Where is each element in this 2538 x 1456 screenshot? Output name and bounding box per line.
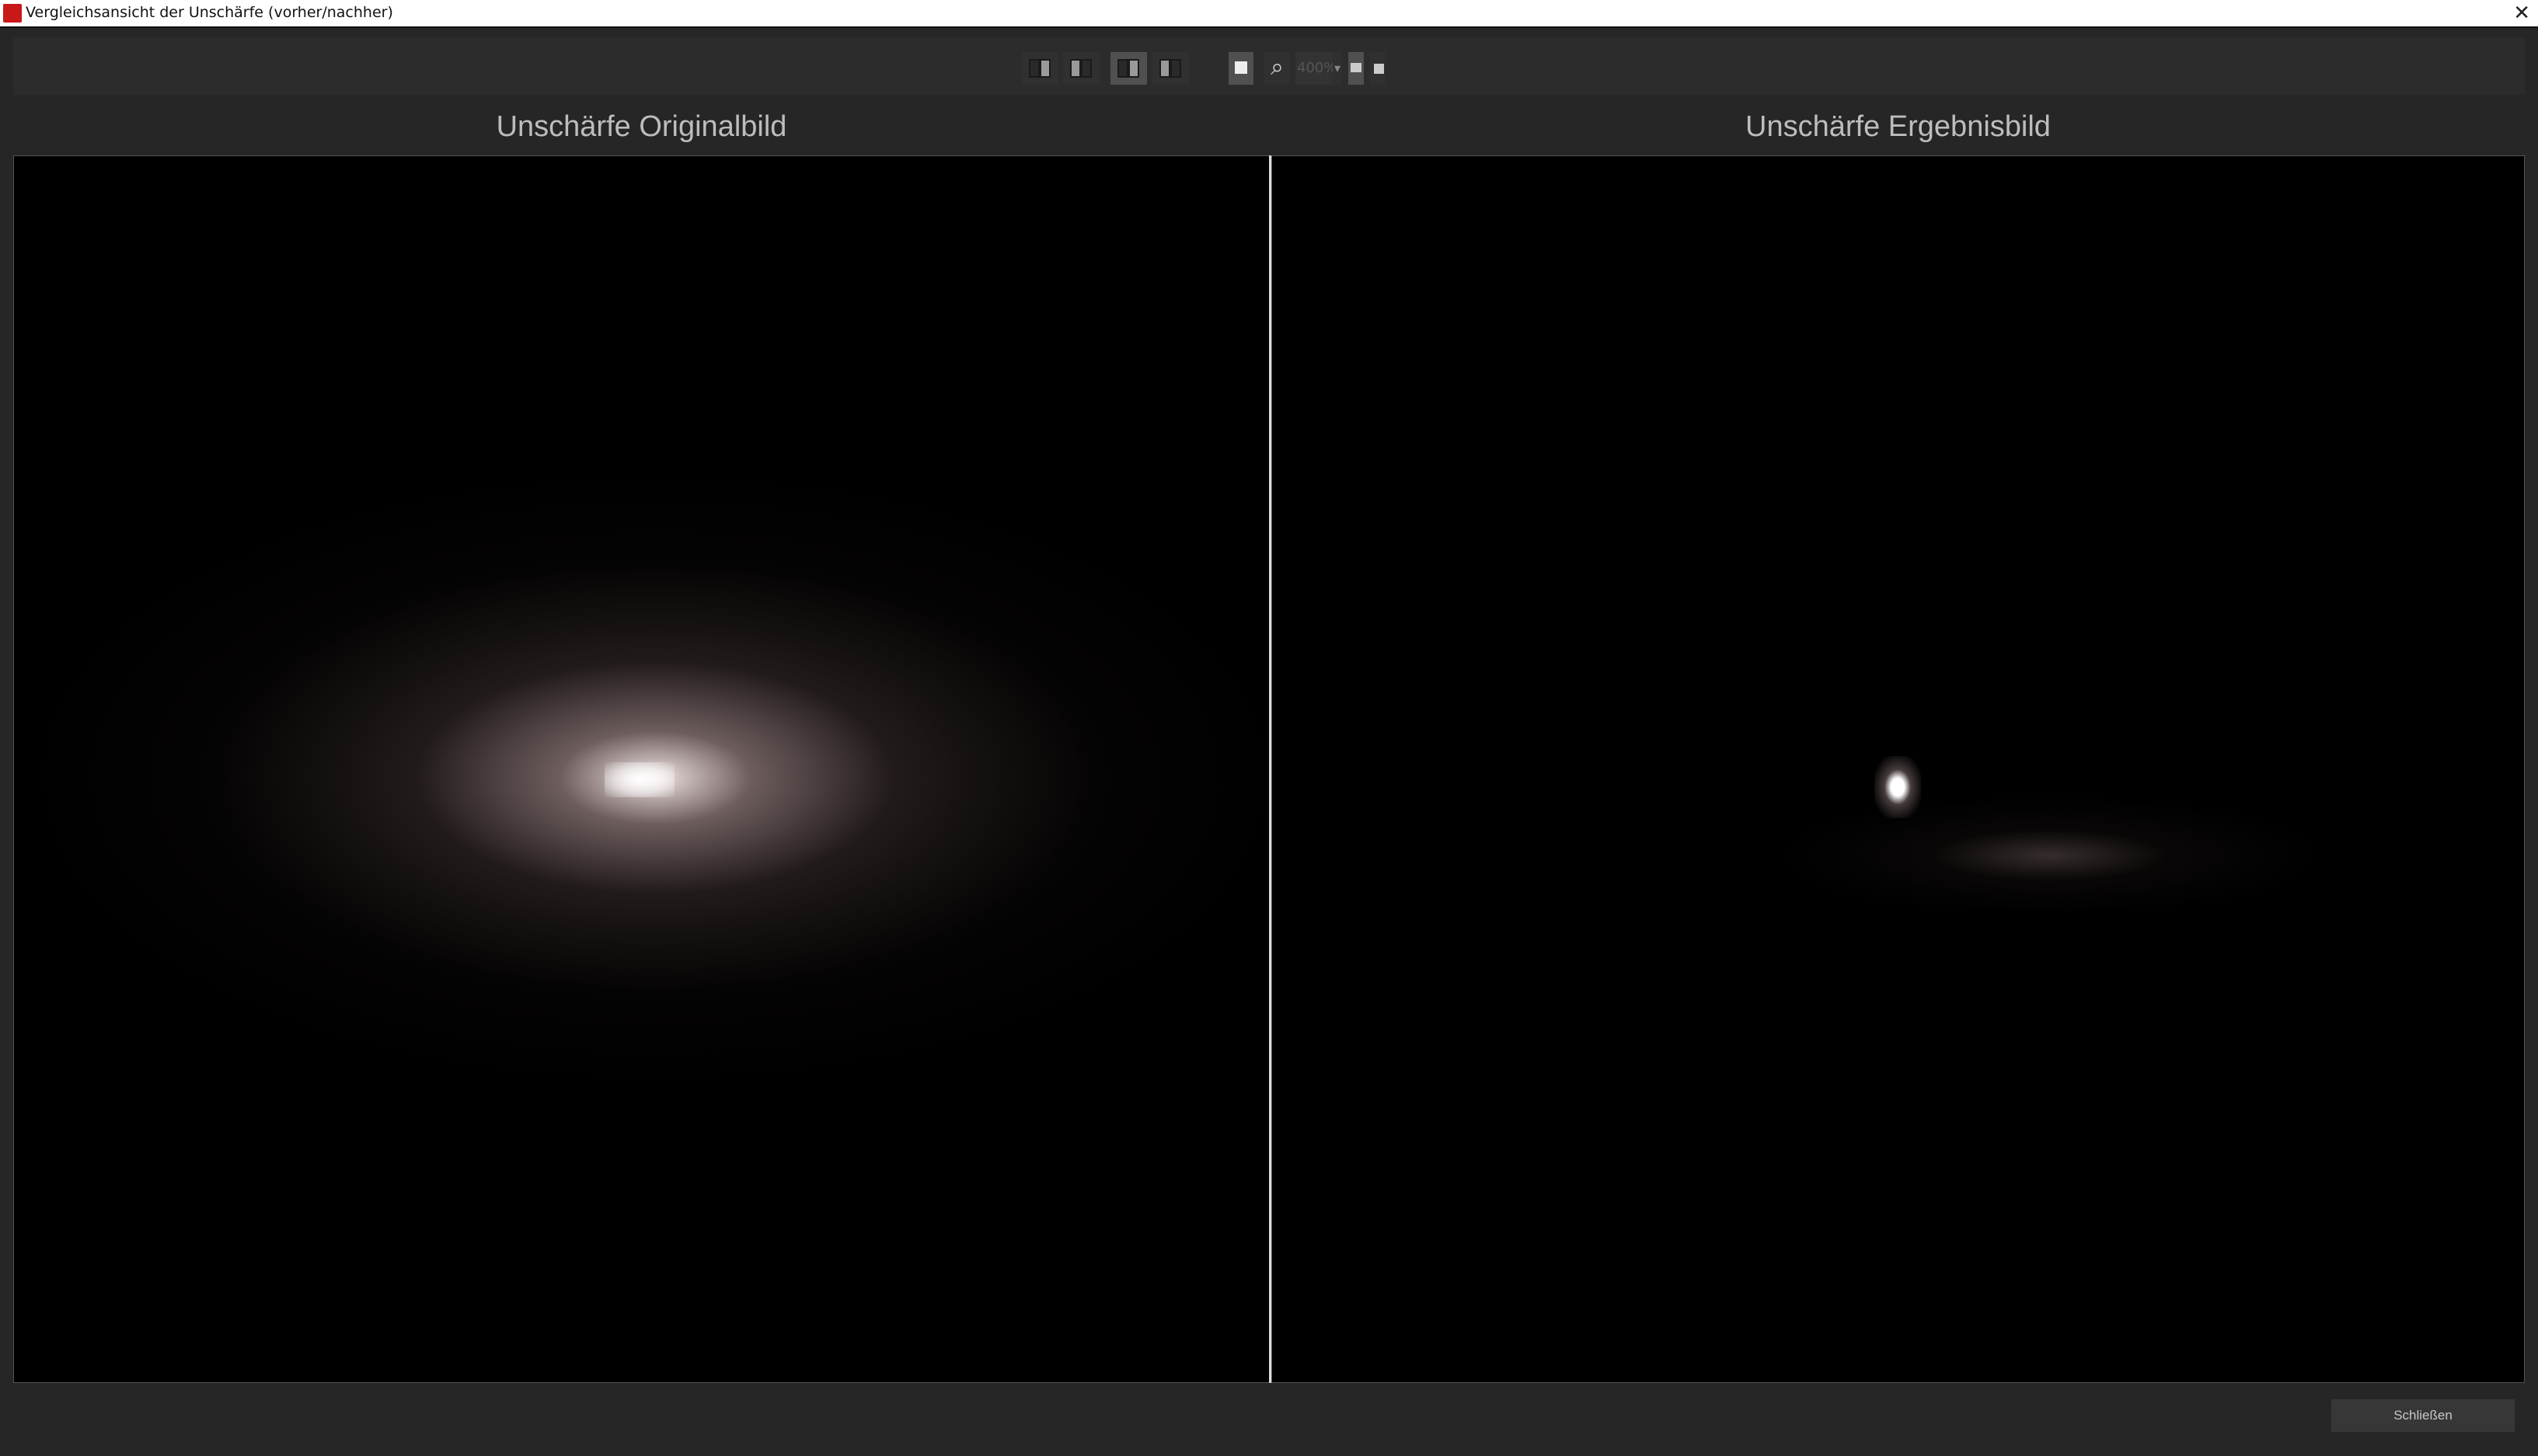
blur-kernel-image <box>1738 770 2515 941</box>
close-icon[interactable]: ✕ <box>2513 2 2530 25</box>
actual-size-icon <box>1351 63 1361 72</box>
sync-view-button[interactable] <box>1369 52 1386 85</box>
pane-icon <box>1070 59 1081 78</box>
pane-icon <box>1159 59 1170 78</box>
left-panel-title: Unschärfe Originalbild <box>496 110 787 143</box>
actual-size-button[interactable] <box>1348 52 1364 85</box>
zoom-icon[interactable]: ⌕ <box>1264 52 1290 85</box>
split-view-right-button[interactable] <box>1110 52 1147 85</box>
zoom-dropdown-icon[interactable]: ▾ <box>1333 52 1342 85</box>
blur-kernel-center <box>605 762 675 797</box>
fit-to-window-button[interactable] <box>1229 52 1253 85</box>
sync-icon <box>1374 64 1384 74</box>
pane-icon <box>1040 59 1051 78</box>
close-button[interactable]: Schließen <box>2331 1399 2515 1432</box>
pane-icon <box>1117 59 1128 78</box>
pane-icon <box>1029 59 1040 78</box>
view-left-button[interactable] <box>1063 52 1100 85</box>
fit-icon <box>1235 61 1247 74</box>
result-blur-view[interactable] <box>1271 155 2525 1383</box>
view-right-button[interactable] <box>1022 52 1058 85</box>
pane-icon <box>1170 59 1181 78</box>
zoom-level-input[interactable]: 400% <box>1295 52 1337 85</box>
pane-icon <box>1081 59 1092 78</box>
original-blur-view[interactable] <box>13 155 1270 1383</box>
app-icon <box>3 4 22 23</box>
pane-icon <box>1128 59 1139 78</box>
window-title: Vergleichsansicht der Unschärfe (vorher/… <box>26 4 393 21</box>
blur-kernel-center <box>1874 756 1921 818</box>
title-bar: Vergleichsansicht der Unschärfe (vorher/… <box>0 0 2538 28</box>
right-panel-title: Unschärfe Ergebnisbild <box>1745 110 2051 143</box>
split-view-left-button[interactable] <box>1152 52 1189 85</box>
toolbar: ⌕ 400% ▾ <box>13 37 2525 95</box>
